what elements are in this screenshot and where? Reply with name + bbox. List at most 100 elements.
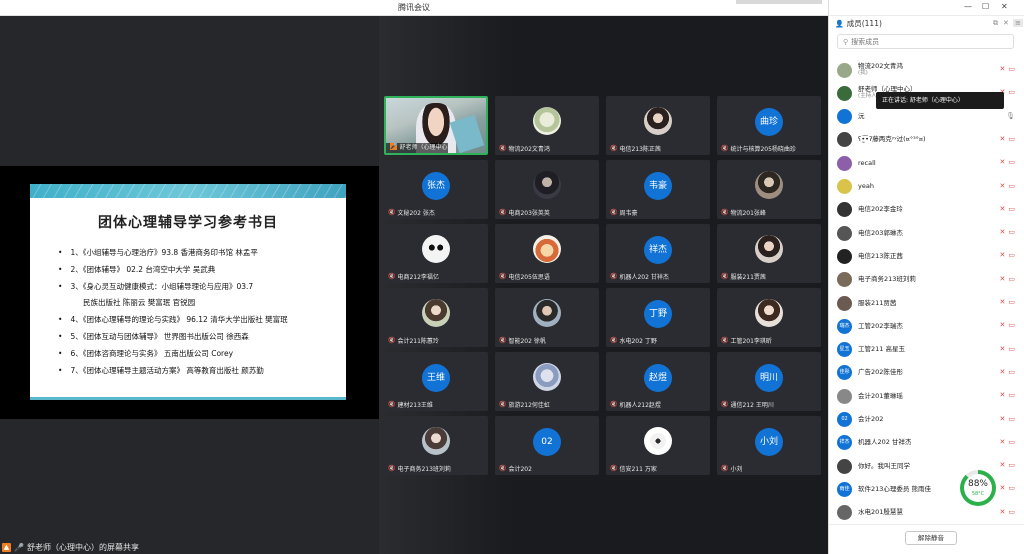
mic-muted-icon: 🔇 xyxy=(610,401,618,408)
participant-tile[interactable]: 祥杰 🔇 机器人202 甘祥杰 xyxy=(606,224,710,283)
participant-tile[interactable]: 02 🔇 会计202 xyxy=(495,416,599,475)
participant-tile[interactable]: 🔇 电信213陈正茜 xyxy=(606,96,710,155)
window-title: 腾讯会议 xyxy=(398,3,430,12)
mic-camera-off-icon[interactable]: ✕▭ xyxy=(1000,251,1018,259)
participant-tile[interactable]: 韦豪 🔇 周韦豪 xyxy=(606,160,710,219)
participant-name-tag: 🔇 会计202 xyxy=(499,464,532,473)
member-row[interactable]: 电信202李金玲 ✕▭ xyxy=(829,200,1024,220)
unmute-all-button[interactable]: 解除静音 xyxy=(905,531,957,545)
participant-tile[interactable]: 🔇 服装211贾茜 xyxy=(717,224,821,283)
mic-camera-off-icon[interactable]: ✕▭ xyxy=(1000,135,1018,143)
mic-camera-off-icon[interactable]: ✕▭ xyxy=(1000,228,1018,236)
member-row[interactable]: 瑞杰 工管202李瑞杰 ✕▭ xyxy=(829,316,1024,336)
mic-muted-icon: 🔇 xyxy=(499,145,507,152)
mic-camera-off-icon[interactable]: ✕▭ xyxy=(1000,65,1018,73)
member-name-block: 水电201殷慧慧 xyxy=(858,509,903,516)
mic-muted-icon: 🔇 xyxy=(721,401,729,408)
mic-camera-off-icon[interactable]: ✕▭ xyxy=(1000,415,1018,423)
member-row[interactable]: yeah ✕▭ xyxy=(829,177,1024,197)
member-row[interactable]: 祥杰 机器人202 甘祥杰 ✕▭ xyxy=(829,433,1024,453)
participant-avatar xyxy=(755,171,783,199)
participant-name-tag: 🔇 电子商务213班刘莉 xyxy=(388,464,451,473)
member-row[interactable]: 水电201殷慧慧 ✕▭ xyxy=(829,503,1024,523)
participant-tile[interactable]: 🎤 舒老师（心理中心） xyxy=(384,96,488,155)
participant-tile[interactable]: 🔇 电信205伍思语 xyxy=(495,224,599,283)
minimize-icon[interactable]: — xyxy=(964,2,972,11)
participant-tile[interactable]: 🔇 电子商务213班刘莉 xyxy=(384,416,488,475)
close-panel-icon[interactable]: ✕ xyxy=(1003,19,1009,27)
participant-tile[interactable]: 丁野 🔇 水电202 丁野 xyxy=(606,288,710,347)
member-row[interactable]: 电子商务213班刘莉 ✕▭ xyxy=(829,270,1024,290)
mic-camera-off-icon[interactable]: ✕▭ xyxy=(1000,345,1018,353)
slide-book-item: 5、《团体互动与团体辅导》 世界图书出版公司 徐西森 xyxy=(58,332,346,342)
participant-tile[interactable]: 🔇 电商203张英英 xyxy=(495,160,599,219)
mic-camera-off-icon[interactable]: ✕▭ xyxy=(1000,205,1018,213)
cpu-gauge[interactable]: 88% 58°C xyxy=(960,470,996,506)
participant-tile[interactable]: 🔇 物流201张峰 xyxy=(717,160,821,219)
member-name-block: 沅 xyxy=(858,113,865,120)
participant-tile[interactable]: 王维 🔇 建材213王维 xyxy=(384,352,488,411)
participant-tile[interactable]: 张杰 🔇 文秘202 张杰 xyxy=(384,160,488,219)
participant-name: 电信213陈正茜 xyxy=(619,146,661,153)
mic-camera-off-icon[interactable]: ✕▭ xyxy=(1000,158,1018,166)
member-row[interactable]: 会计201董琳瑶 ✕▭ xyxy=(829,386,1024,406)
participant-tile[interactable]: 赵煜 🔇 机器人212赵煜 xyxy=(606,352,710,411)
mic-camera-off-icon[interactable]: ✕▭ xyxy=(1000,275,1018,283)
mic-camera-off-icon[interactable]: ✕▭ xyxy=(1000,484,1018,492)
maximize-icon[interactable]: ☐ xyxy=(982,2,989,11)
popout-icon[interactable]: ⧉ xyxy=(993,19,998,28)
mic-camera-off-icon[interactable]: ✕▭ xyxy=(1000,438,1018,446)
participant-tile[interactable]: 明川 🔇 通信212 王明川 xyxy=(717,352,821,411)
member-name-block: 机器人202 甘祥杰 xyxy=(858,439,911,446)
member-row[interactable]: 电信203郭琳杰 ✕▭ xyxy=(829,223,1024,243)
member-row[interactable]: 星玉 工管211 高星玉 ✕▭ xyxy=(829,340,1024,360)
participant-tile[interactable]: 小刘 🔇 小刘 xyxy=(717,416,821,475)
member-row[interactable]: 服装211贾茜 ✕▭ xyxy=(829,293,1024,313)
participant-name-tag: 🔇 机器人212赵煜 xyxy=(610,400,661,409)
member-list[interactable]: 物流202文青鸿 (我) ✕▭ 舒老师（心理中心） (主持人) ✕▭ 沅 🎙 ʕ•̫͡•ʔ藤两克… xyxy=(829,60,1024,524)
slide-book-text: 4、《团体心理辅导的理论与实践》 96.12 清华大学出版社 樊富珉 xyxy=(70,315,288,324)
participant-tile[interactable]: 🔇 旅游212何佳虹 xyxy=(495,352,599,411)
participant-name: 小刘 xyxy=(730,466,743,473)
participant-tile[interactable]: 🔇 智能202 徐帆 xyxy=(495,288,599,347)
screen-share-area[interactable]: 团体心理辅导学习参考书目 1、《小组辅导与心理治疗》93.8 香港商务印书馆 林… xyxy=(0,16,379,554)
member-row[interactable]: 物流202文青鸿 (我) ✕▭ xyxy=(829,60,1024,80)
mic-camera-off-icon[interactable]: ✕▭ xyxy=(1000,321,1018,329)
member-search[interactable]: ⚲ xyxy=(837,34,1014,49)
mic-camera-off-icon[interactable]: ✕▭ xyxy=(1000,368,1018,376)
member-name-block: 工管211 高星玉 xyxy=(858,346,905,353)
member-row[interactable]: recall ✕▭ xyxy=(829,153,1024,173)
participant-tile[interactable]: 🔇 工管201李琪昕 xyxy=(717,288,821,347)
participant-tile[interactable]: 🔇 物流202文青鸿 xyxy=(495,96,599,155)
member-row[interactable]: 沅 🎙 xyxy=(829,107,1024,127)
member-name: 工管211 高星玉 xyxy=(858,345,905,354)
participant-tile[interactable]: 🔇 信安211 万家 xyxy=(606,416,710,475)
member-row[interactable]: 佳彤 广告202陈佳彤 ✕▭ xyxy=(829,363,1024,383)
close-icon[interactable]: ✕ xyxy=(1001,2,1008,11)
mic-on-icon[interactable]: 🎙 xyxy=(1006,112,1018,120)
mic-camera-off-icon[interactable]: ✕▭ xyxy=(1000,182,1018,190)
member-row[interactable]: ʕ•̫͡•ʔ藤两克ʸʸ过(¤°³°¤) ✕▭ xyxy=(829,130,1024,150)
participant-avatar xyxy=(533,235,561,263)
mic-camera-off-icon[interactable]: ✕▭ xyxy=(1000,508,1018,516)
mic-camera-off-icon[interactable]: ✕▭ xyxy=(1000,391,1018,399)
member-avatar: 佳彤 xyxy=(837,365,852,381)
slide-book-item: 7、《团体心理辅导主题活动方案》 高等教育出版社 颜苏勤 xyxy=(58,366,346,376)
member-row[interactable]: 你好。我叫王同学 ✕▭ xyxy=(829,456,1024,476)
member-row[interactable]: 02 会计202 ✕▭ xyxy=(829,410,1024,430)
member-avatar xyxy=(837,505,852,521)
mic-muted-icon: 🔇 xyxy=(499,401,507,408)
participant-tile[interactable]: 🔇 会计211陈蕙玲 xyxy=(384,288,488,347)
participant-name: 电信205伍思语 xyxy=(508,274,550,281)
member-search-input[interactable] xyxy=(851,37,1002,46)
participant-name: 建材213王维 xyxy=(397,402,433,409)
participant-name-tag: 🔇 旅游212何佳虹 xyxy=(499,400,550,409)
participant-name: 会计211陈蕙玲 xyxy=(397,338,439,345)
member-name-block: 会计202 xyxy=(858,416,883,423)
member-row[interactable]: 电信213陈正茜 ✕▭ xyxy=(829,246,1024,266)
participant-tile[interactable]: 曲珍 🔇 统计与核算205杨晓曲珍 xyxy=(717,96,821,155)
participant-tile[interactable]: 🔇 电商212李福亿 xyxy=(384,224,488,283)
mic-camera-off-icon[interactable]: ✕▭ xyxy=(1000,461,1018,469)
mic-camera-off-icon[interactable]: ✕▭ xyxy=(1000,298,1018,306)
more-icon[interactable]: ≡ xyxy=(1013,19,1023,27)
